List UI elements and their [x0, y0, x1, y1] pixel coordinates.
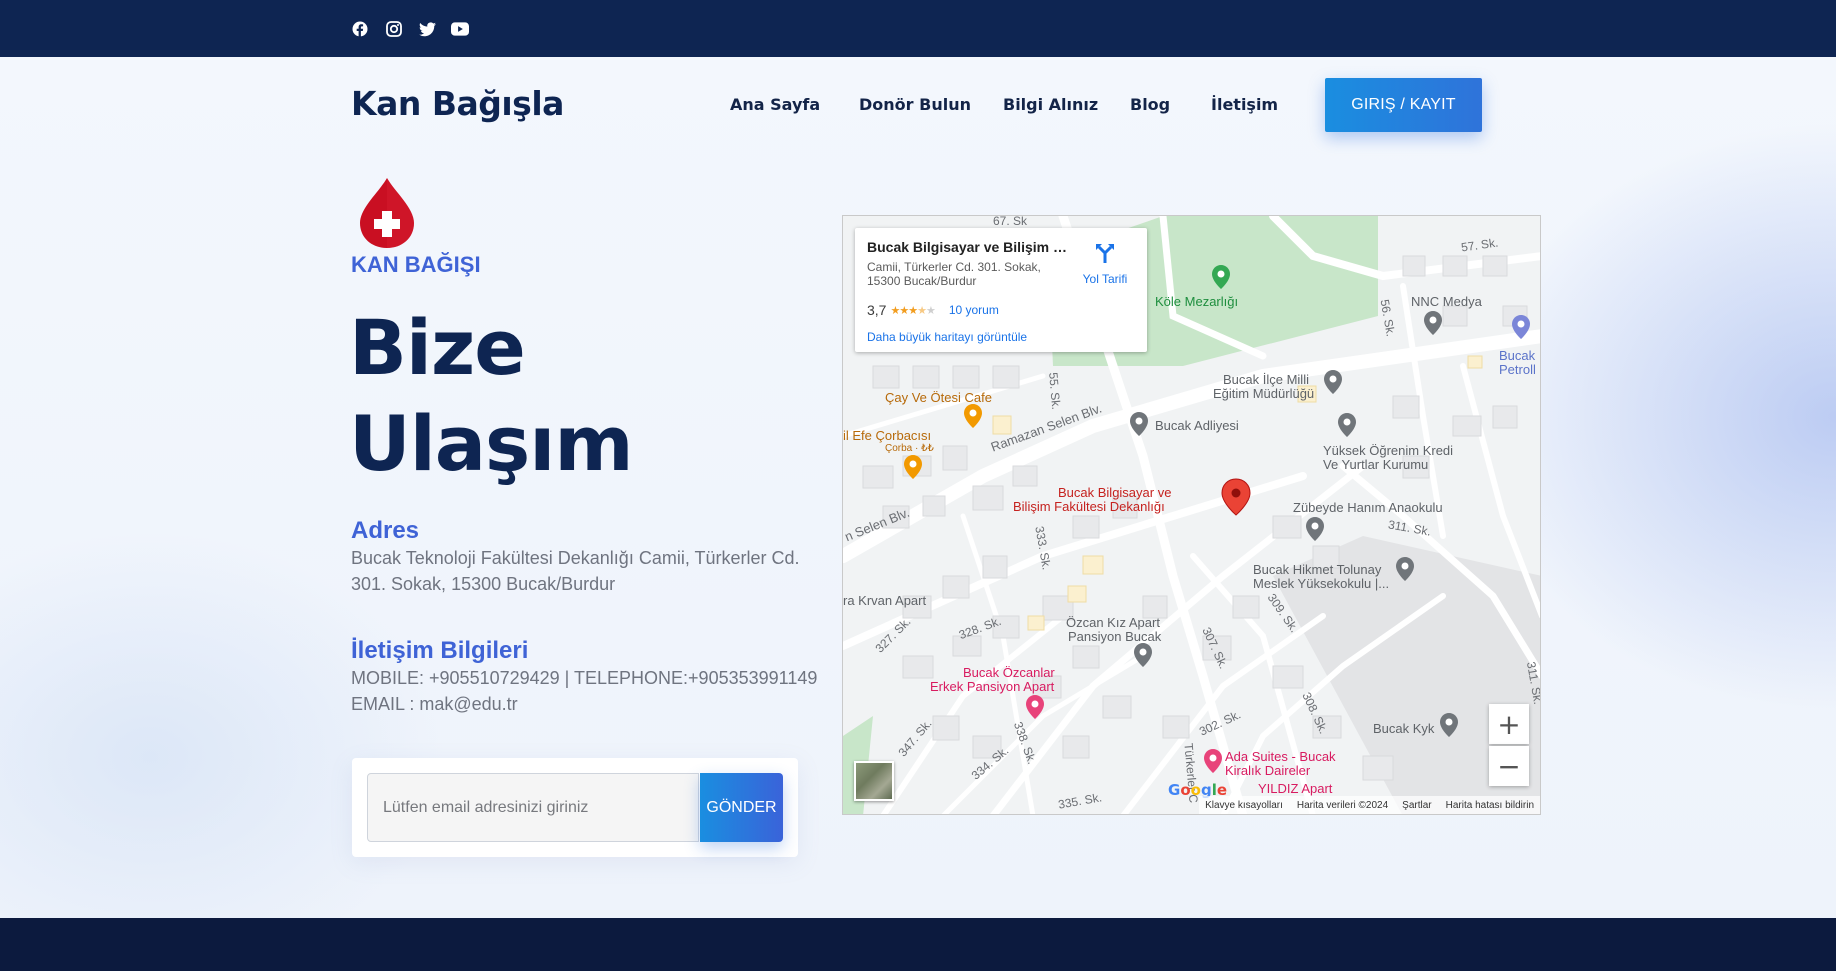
star-rating-icon: ★★★★★: [890, 304, 935, 317]
place-title: Bucak Bilgisayar ve Bilişim Fa...: [867, 239, 1067, 255]
map-label-ada-suites-1: Ada Suites - Bucak: [1225, 749, 1336, 764]
college-pin-icon[interactable]: [1395, 556, 1415, 582]
map-label-hikmet-2: Meslek Yüksekokulu |...: [1253, 576, 1390, 591]
map-label-milli-egitim-2: Eğitim Müdürlüğü: [1213, 386, 1315, 401]
email-input[interactable]: [367, 773, 699, 842]
map-label-ozcanlar-1: Bucak Özcanlar: [963, 665, 1055, 680]
place-rating-row: 3,7 ★★★★★ 10 yorum: [867, 302, 999, 318]
terms-link[interactable]: Şartlar: [1402, 800, 1431, 811]
bigger-map-link[interactable]: Daha büyük haritayı görüntüle: [867, 330, 1027, 344]
map-label-kole-mezarligi: Köle Mezarlığı: [1155, 294, 1239, 309]
reviews-link[interactable]: 10 yorum: [949, 303, 999, 317]
map-data-credit: Harita verileri ©2024: [1296, 799, 1389, 811]
page-title-line2: Ulaşım: [349, 399, 634, 488]
cafe-pin-icon[interactable]: [963, 403, 983, 429]
park-pin-icon[interactable]: [1211, 264, 1231, 290]
dormitory-pin-icon[interactable]: [1439, 712, 1459, 738]
map-label-efe-corbacisi: il Efe Çorbacısı: [843, 428, 932, 443]
page-title: Bize Ulaşım: [349, 300, 634, 492]
map-footer: Klavye kısayolları Harita verileri ©2024…: [1199, 796, 1540, 814]
satellite-toggle[interactable]: [854, 761, 894, 801]
nav-ana-sayfa[interactable]: Ana Sayfa: [730, 95, 820, 114]
map-label-yurt-2: Ve Yurtlar Kurumu: [1323, 457, 1429, 472]
map-label-67-sk: 67. Sk: [993, 215, 1028, 228]
page-title-line1: Bize: [349, 303, 526, 392]
map-label-ada-suites-2: Kiralık Daireler: [1225, 763, 1311, 778]
nav-blog[interactable]: Blog: [1130, 95, 1170, 114]
footer-bar: [0, 918, 1836, 971]
courthouse-pin-icon[interactable]: [1129, 411, 1149, 437]
fuel-pin-icon[interactable]: [1511, 314, 1531, 340]
google-map[interactable]: 67. Sk 57. Sk. Köle Mezarlığı NNC Medya …: [842, 215, 1541, 815]
government-pin-icon[interactable]: [1323, 369, 1343, 395]
address-line-2: 301. Sokak, 15300 Bucak/Burdur: [351, 574, 616, 594]
contact-email: EMAIL : mak@edu.tr: [351, 694, 518, 714]
map-label-nnc-medya: NNC Medya: [1411, 294, 1482, 309]
map-label-bucak-petrol-2: Petroll: [1499, 362, 1536, 377]
facebook-icon[interactable]: [351, 20, 369, 38]
keyboard-shortcuts-link[interactable]: Klavye kısayolları: [1205, 800, 1283, 811]
contact-phones: MOBILE: +905510729429 | TELEPHONE:+90535…: [351, 668, 818, 688]
twitter-icon[interactable]: [418, 20, 436, 38]
blood-drop-cross-icon: [357, 176, 417, 250]
nav-bilgi-aliniz[interactable]: Bilgi Alınız: [1003, 95, 1098, 114]
brand-logo[interactable]: Kan Bağışla: [351, 84, 564, 123]
restaurant-pin-icon[interactable]: [903, 454, 923, 480]
map-label-ozcanlar-2: Erkek Pansiyon Apart: [930, 679, 1055, 694]
address-line-1: Bucak Teknoloji Fakültesi Dekanlığı Cami…: [351, 548, 800, 568]
directions-button[interactable]: Yol Tarifi: [1075, 242, 1135, 286]
apartment-pin-icon[interactable]: [1203, 748, 1223, 774]
address-heading: Adres: [351, 517, 420, 544]
location-pin-icon[interactable]: [1221, 478, 1251, 516]
top-bar: [0, 0, 1836, 57]
place-rating: 3,7: [867, 302, 887, 318]
map-label-hikmet-1: Bucak Hikmet Tolunay: [1253, 562, 1382, 577]
place-info-card: Bucak Bilgisayar ve Bilişim Fa... Camii,…: [855, 228, 1147, 352]
newsletter-form: GÖNDER: [352, 758, 798, 857]
hotel-pin-icon[interactable]: [1025, 694, 1045, 720]
zoom-in-button[interactable]: +: [1489, 704, 1529, 744]
office-pin-icon[interactable]: [1337, 412, 1357, 438]
instagram-icon[interactable]: [385, 20, 403, 38]
map-label-anaokulu: Zübeyde Hanım Anaokulu: [1293, 500, 1443, 515]
lodging-pin-icon[interactable]: [1133, 642, 1153, 668]
map-label-ozcan-kiz-1: Özcan Kız Apart: [1066, 615, 1160, 630]
place-pin-icon[interactable]: [1423, 310, 1443, 336]
send-button[interactable]: GÖNDER: [700, 773, 783, 842]
map-label-faculty-1: Bucak Bilgisayar ve: [1058, 485, 1172, 500]
report-error-link[interactable]: Harita hatası bildirin: [1446, 800, 1534, 811]
map-label-yurt-1: Yüksek Öğrenim Kredi: [1323, 443, 1454, 458]
zoom-out-button[interactable]: −: [1489, 746, 1529, 786]
map-label-bucak-adliyesi: Bucak Adliyesi: [1155, 418, 1239, 433]
youtube-icon[interactable]: [451, 20, 469, 38]
map-label-yildiz-apart: YILDIZ Apart: [1258, 781, 1333, 796]
school-pin-icon[interactable]: [1305, 516, 1325, 542]
place-address: Camii, Türkerler Cd. 301. Sokak, 15300 B…: [867, 260, 1041, 288]
directions-label: Yol Tarifi: [1082, 272, 1128, 286]
map-label-bucak-kyk: Bucak Kyk: [1373, 721, 1435, 736]
map-label-faculty-2: Bilişim Fakültesi Dekanlığı: [1013, 499, 1165, 514]
section-kicker: KAN BAĞIŞI: [351, 252, 481, 277]
map-label-bucak-petrol-1: Bucak: [1499, 348, 1536, 363]
map-label-krvan-apart: ra Krvan Apart: [843, 593, 927, 608]
nav-iletisim[interactable]: İletişim: [1211, 95, 1278, 114]
directions-icon: [1096, 244, 1114, 263]
nav-donor-bulun[interactable]: Donör Bulun: [859, 95, 971, 114]
map-label-milli-egitim-1: Bucak İlçe Milli: [1223, 372, 1309, 387]
contact-heading: İletişim Bilgileri: [351, 637, 529, 664]
login-register-button[interactable]: GIRIŞ / KAYIT: [1325, 78, 1482, 132]
